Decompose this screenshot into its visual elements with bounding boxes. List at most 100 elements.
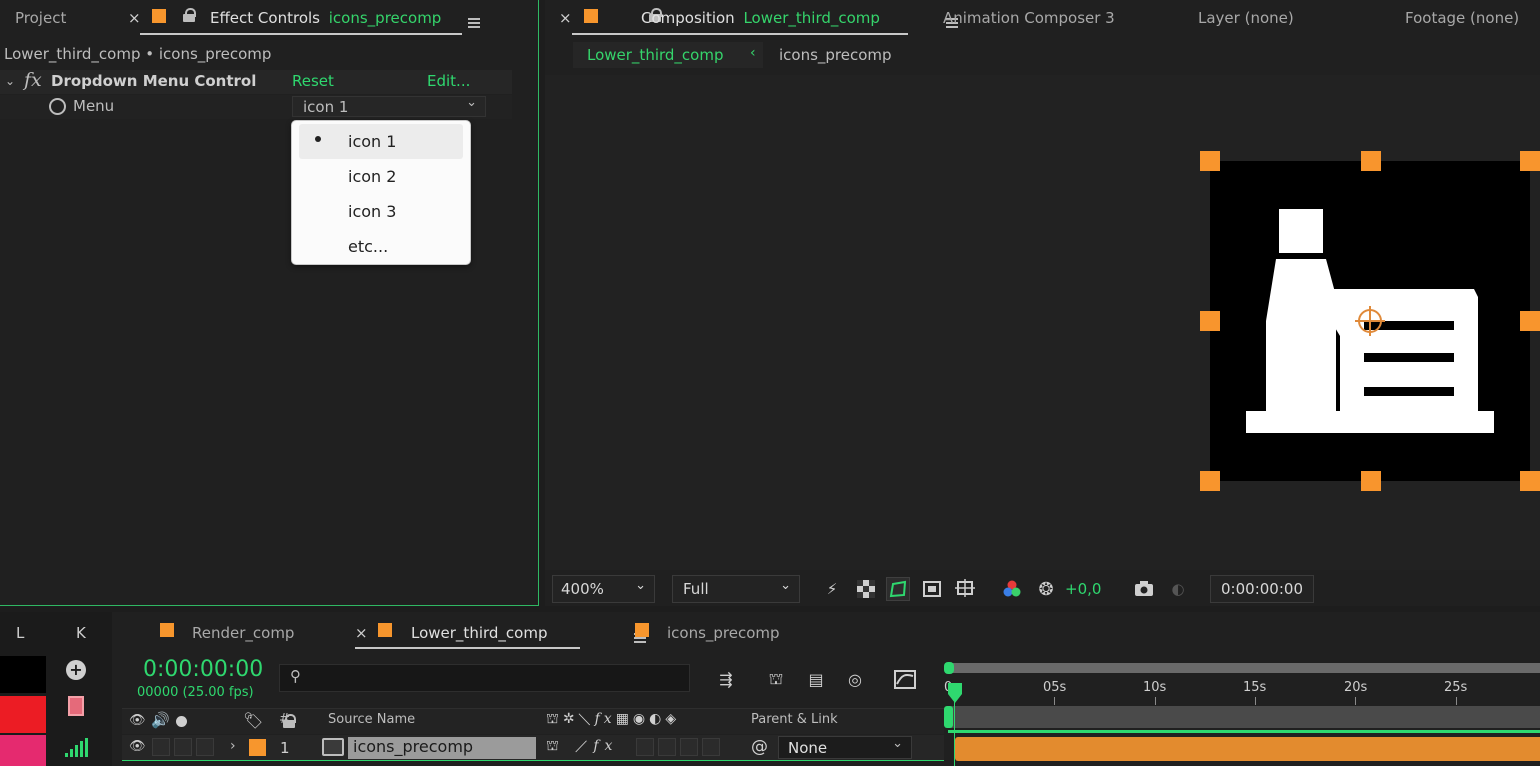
transparency-grid-icon[interactable] [854,577,878,601]
guides-grid-icon[interactable] [953,577,977,601]
exposure-value[interactable]: +0,0 [1065,580,1101,598]
tab-render-comp[interactable]: Render_comp [192,624,294,642]
color-swatch-pink[interactable] [0,735,46,766]
draft-3d-icon[interactable]: ⛫ [763,666,789,692]
search-icon: ⚲ [290,667,301,685]
switch-cell[interactable] [680,738,698,756]
transform-handle-top-left[interactable] [1200,151,1220,171]
work-area-bar[interactable] [947,663,1540,673]
edit-link[interactable]: Edit... [427,72,470,90]
track-divider-line [948,730,1540,733]
channels-icon[interactable] [1000,577,1024,601]
dropdown-option-etc[interactable]: etc... [292,229,470,264]
layer-switches[interactable]: ⛫ ⟋fx [546,738,618,756]
graph-editor-icon[interactable] [892,666,918,692]
color-swatch-black[interactable] [0,656,46,693]
label-color-swatch[interactable] [249,739,266,756]
switch-cell[interactable] [636,738,654,756]
tab-effect-controls-label: Effect Controls [210,9,320,27]
tab-lower-third-comp[interactable]: Lower_third_comp [411,624,547,642]
transform-handle-top-right[interactable] [1520,151,1540,171]
timeline-track-area[interactable] [948,706,1540,728]
signal-bars-icon[interactable] [64,738,88,758]
active-tab-underline [572,33,908,35]
side-tab-l[interactable]: L [16,624,24,642]
chevron-right-icon[interactable]: › [230,738,236,754]
transform-handle-mid-left[interactable] [1200,311,1220,331]
audio-toggle[interactable] [152,738,170,756]
column-source-name: Source Name [328,712,416,727]
menu-dropdown[interactable]: icon 1 ⌄ [292,95,486,117]
tab-animation-composer[interactable]: Animation Composer 3 [943,9,1115,27]
exposure-reset-icon[interactable]: ❂ [1034,577,1058,601]
tab-project[interactable]: Project [15,9,66,27]
parent-pickwhip-icon[interactable]: @ [751,737,768,757]
side-tab-k[interactable]: K [76,624,86,642]
frames-fps: 00000 (25.00 fps) [137,685,254,700]
transform-handle-mid-right[interactable] [1520,311,1540,331]
composition-flowchart-icon[interactable]: ⇶ [713,666,739,692]
resolution-dropdown[interactable]: Full ⌄ [672,575,800,603]
tab-composition[interactable]: Composition Lower_third_comp [641,9,880,27]
snapshot-camera-icon[interactable] [1132,577,1156,601]
sub-tab-icons-precomp[interactable]: icons_precomp [779,46,892,64]
dropdown-option-icon-2[interactable]: icon 2 [292,159,470,194]
ruler-label-05s: 05s [1043,680,1067,695]
transform-handle-bottom-right[interactable] [1520,471,1540,491]
stopwatch-icon[interactable] [49,98,66,115]
layer-name[interactable]: icons_precomp [348,737,536,759]
current-time-field[interactable]: 0:00:00:00 [1210,575,1314,603]
tab-footage[interactable]: Footage (none) [1405,9,1519,27]
dropdown-option-icon-1[interactable]: icon 1 [299,124,463,159]
add-icon[interactable]: + [66,660,86,680]
parent-dropdown[interactable]: None ⌄ [778,736,912,759]
label-tag-icon: 🏷 [243,711,264,730]
effect-name: Dropdown Menu Control [51,72,257,90]
timeline-timecode[interactable]: 0:00:00:00 [143,657,263,682]
playhead-handle-icon[interactable] [947,682,963,704]
sub-tab-lower-third-comp[interactable]: Lower_third_comp ‹ [573,42,763,68]
reset-link[interactable]: Reset [292,72,334,90]
tab-icons-precomp[interactable]: icons_precomp [667,624,780,642]
lock-toggle[interactable] [196,738,214,756]
precomp-icon [322,738,344,756]
zoom-dropdown[interactable]: 400% ⌄ [552,575,655,603]
dropdown-option-icon-3[interactable]: icon 3 [292,194,470,229]
dropdown-menu: icon 1 icon 2 icon 3 etc... [291,120,471,265]
tab-layer[interactable]: Layer (none) [1198,9,1294,27]
color-swatch-red[interactable] [0,696,46,733]
lock-icon[interactable] [183,8,196,22]
mask-path-icon[interactable] [886,577,910,601]
memory-chip-icon[interactable] [68,696,84,716]
frame-blending-icon[interactable]: ▤ [803,666,829,692]
close-icon[interactable]: × [559,9,572,27]
region-of-interest-icon[interactable] [920,577,944,601]
panel-menu-icon[interactable] [467,18,480,28]
ruler-tick [1456,697,1457,705]
transform-handle-bottom-left[interactable] [1200,471,1220,491]
layer-duration-bar[interactable] [955,737,1540,761]
close-icon[interactable]: × [128,9,141,27]
sub-tab-label: Lower_third_comp [587,46,724,64]
tab-effect-controls[interactable]: Effect Controls icons_precomp [210,9,441,27]
transform-handle-bottom-center[interactable] [1361,471,1381,491]
show-snapshot-icon[interactable]: ◐ [1166,577,1190,601]
active-tab-underline [355,647,580,649]
switch-cell[interactable] [702,738,720,756]
transform-handle-top-center[interactable] [1361,151,1381,171]
solo-toggle[interactable] [174,738,192,756]
tab-effect-controls-target: icons_precomp [328,9,442,27]
work-area-start-handle[interactable] [944,662,954,674]
timeline-search-input[interactable]: ⚲ [279,664,690,692]
chevron-down-icon[interactable]: ⌄ [5,74,15,88]
switch-cell[interactable] [658,738,676,756]
chevron-down-icon: ⌄ [780,578,791,593]
motion-blur-icon[interactable]: ◎ [842,666,868,692]
parent-value: None [788,739,828,757]
fx-icon[interactable]: fx [24,69,42,91]
close-icon[interactable]: × [355,624,368,642]
active-tab-underline [140,33,462,35]
track-start-handle[interactable] [944,706,953,728]
fast-previews-icon[interactable]: ⚡ [820,577,844,601]
eye-icon[interactable]: 👁 [129,739,146,754]
